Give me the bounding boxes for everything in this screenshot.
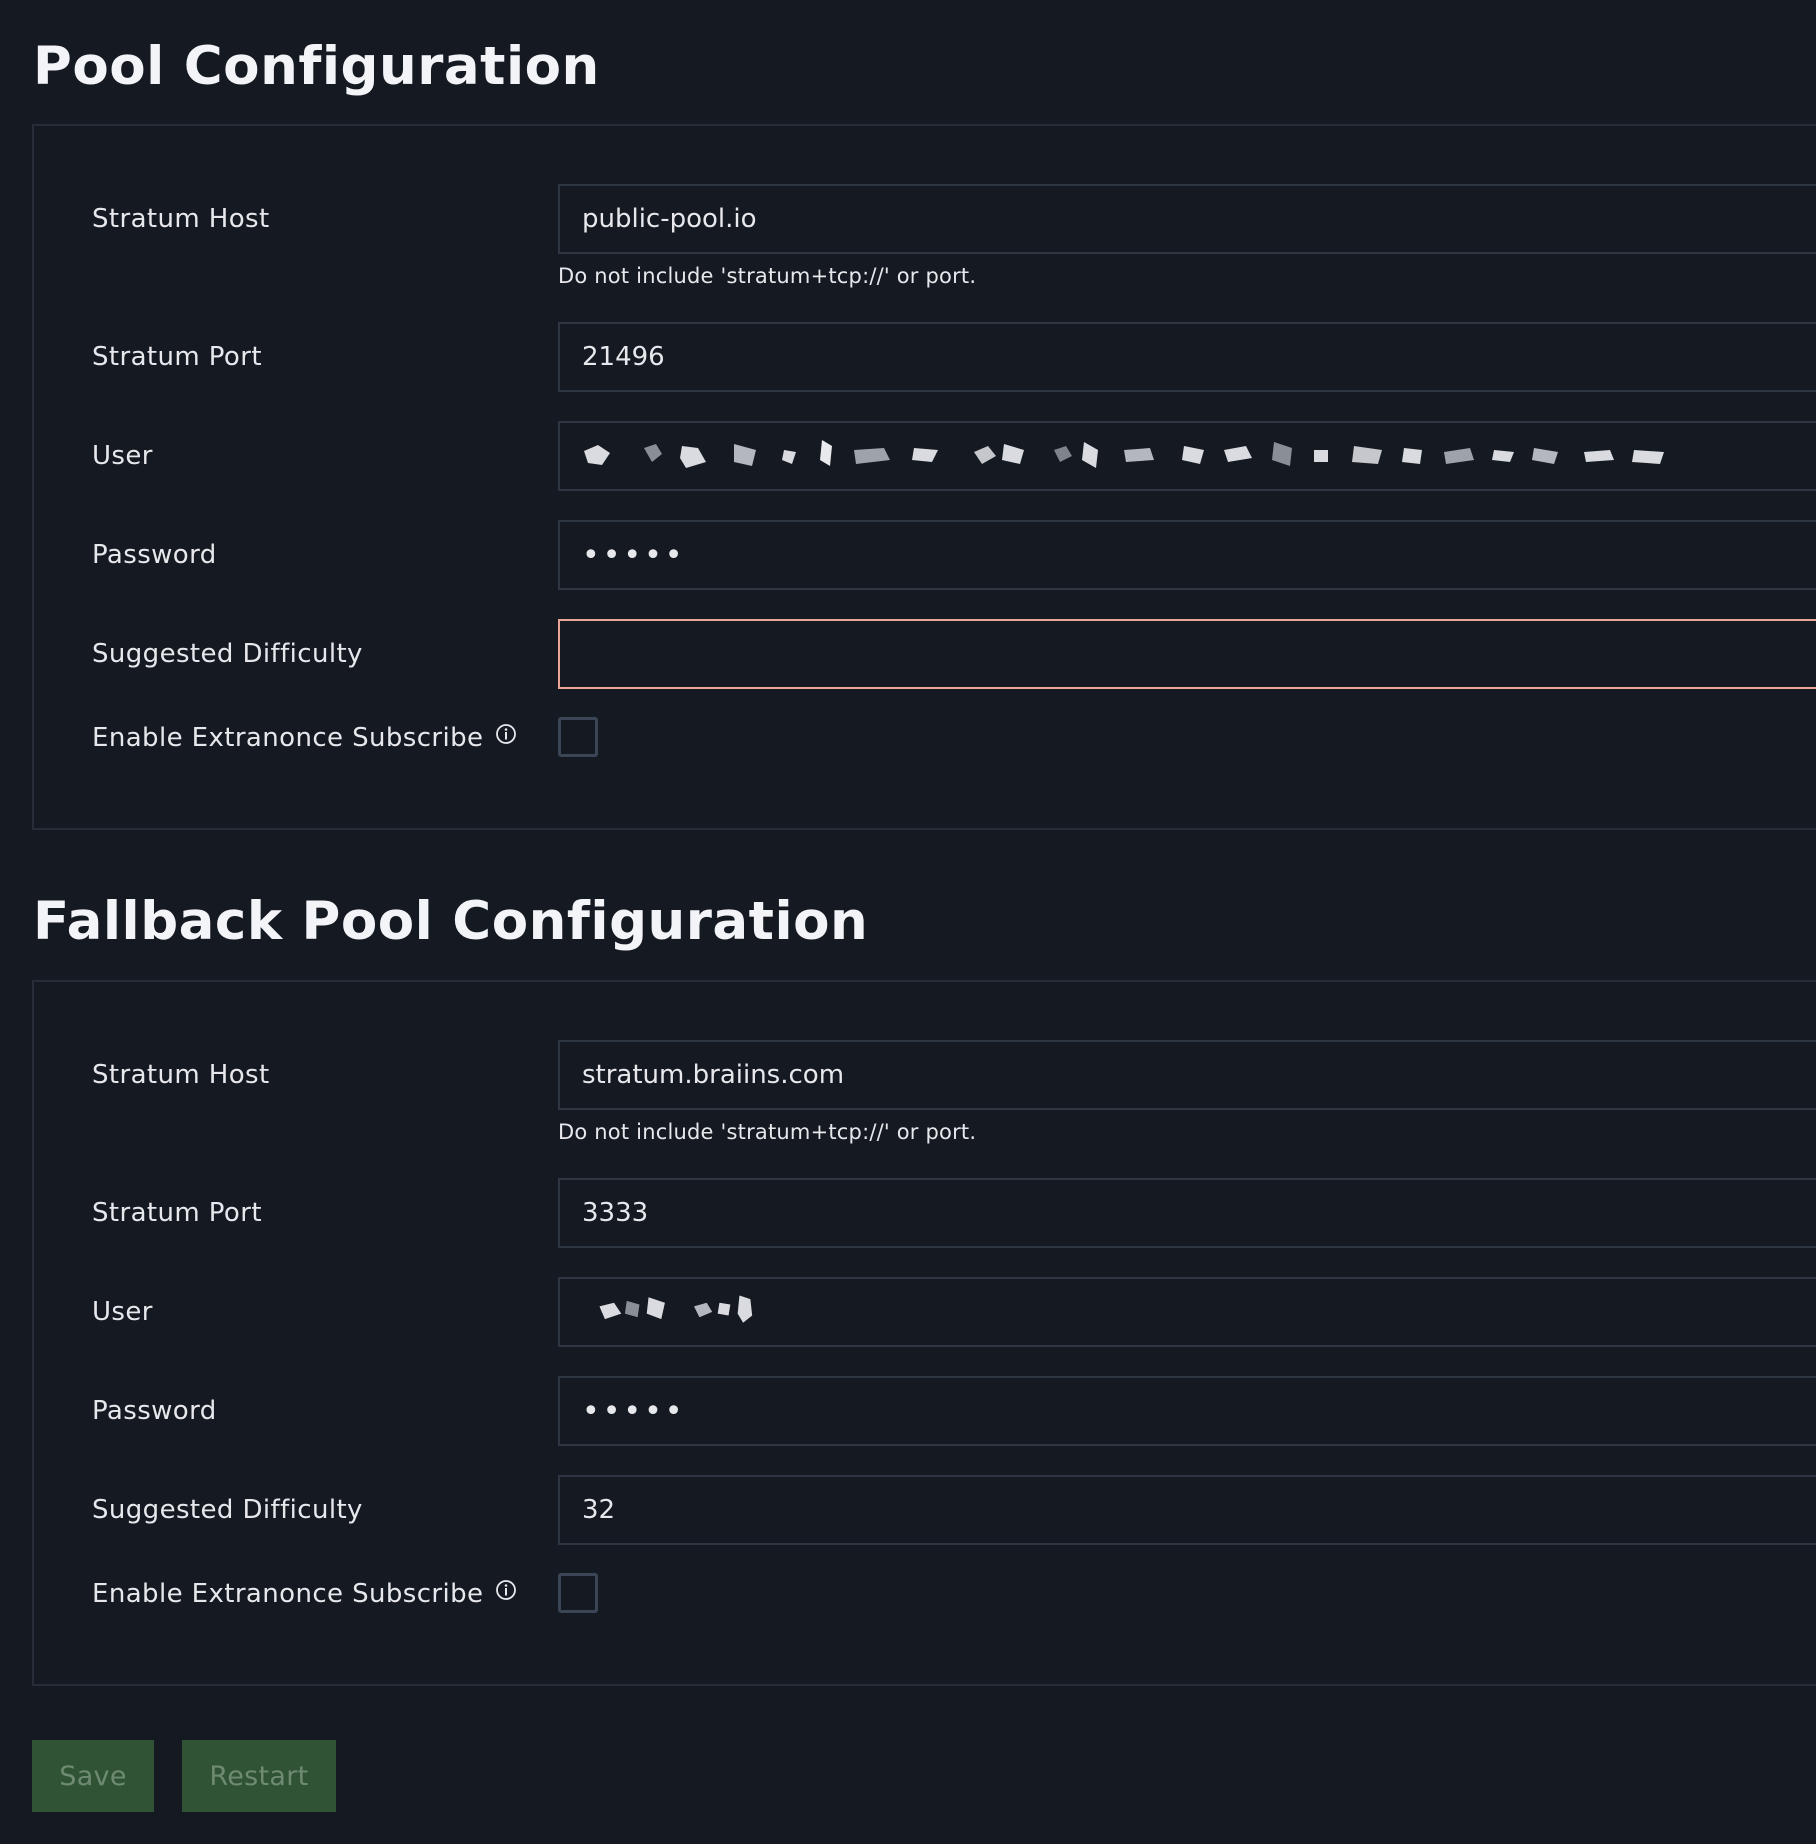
fallback-stratum-port-input[interactable] [558,1178,1816,1248]
pool-password-input[interactable] [558,520,1816,590]
fallback-config-title: Fallback Pool Configuration [33,891,869,952]
fallback-suggested-difficulty-label: Suggested Difficulty [92,1495,363,1525]
settings-page: Pool Configuration Stratum Host Do not i… [0,0,1816,1844]
fallback-password-label: Password [92,1396,217,1426]
pool-stratum-host-hint: Do not include 'stratum+tcp://' or port. [558,264,977,288]
fallback-extranonce-checkbox[interactable] [558,1573,598,1613]
pool-extranonce-label: Enable Extranonce Subscribe [92,723,517,752]
fallback-extranonce-label: Enable Extranonce Subscribe [92,1579,517,1608]
save-button[interactable]: Save [32,1740,154,1812]
fallback-suggested-difficulty-input[interactable] [558,1475,1816,1545]
pool-extranonce-checkbox[interactable] [558,717,598,757]
restart-button[interactable]: Restart [182,1740,336,1812]
pool-config-panel: Stratum Host Do not include 'stratum+tcp… [32,124,1816,830]
pool-suggested-difficulty-input[interactable] [558,619,1816,689]
fallback-stratum-host-label: Stratum Host [92,1060,270,1090]
pool-stratum-host-label: Stratum Host [92,204,270,234]
pool-suggested-difficulty-label: Suggested Difficulty [92,639,363,669]
pool-user-label: User [92,441,153,471]
pool-password-label: Password [92,540,217,570]
pool-user-input[interactable] [558,421,1816,491]
fallback-stratum-host-hint: Do not include 'stratum+tcp://' or port. [558,1120,977,1144]
fallback-stratum-host-input[interactable] [558,1040,1816,1110]
fallback-user-label: User [92,1297,153,1327]
info-circle-icon[interactable] [495,723,517,750]
info-circle-icon[interactable] [495,1579,517,1606]
pool-stratum-port-label: Stratum Port [92,342,262,372]
fallback-stratum-port-label: Stratum Port [92,1198,262,1228]
fallback-config-panel: Stratum Host Do not include 'stratum+tcp… [32,980,1816,1686]
pool-stratum-host-input[interactable] [558,184,1816,254]
pool-stratum-port-input[interactable] [558,322,1816,392]
fallback-user-input[interactable] [558,1277,1816,1347]
fallback-password-input[interactable] [558,1376,1816,1446]
pool-config-title: Pool Configuration [33,36,600,97]
